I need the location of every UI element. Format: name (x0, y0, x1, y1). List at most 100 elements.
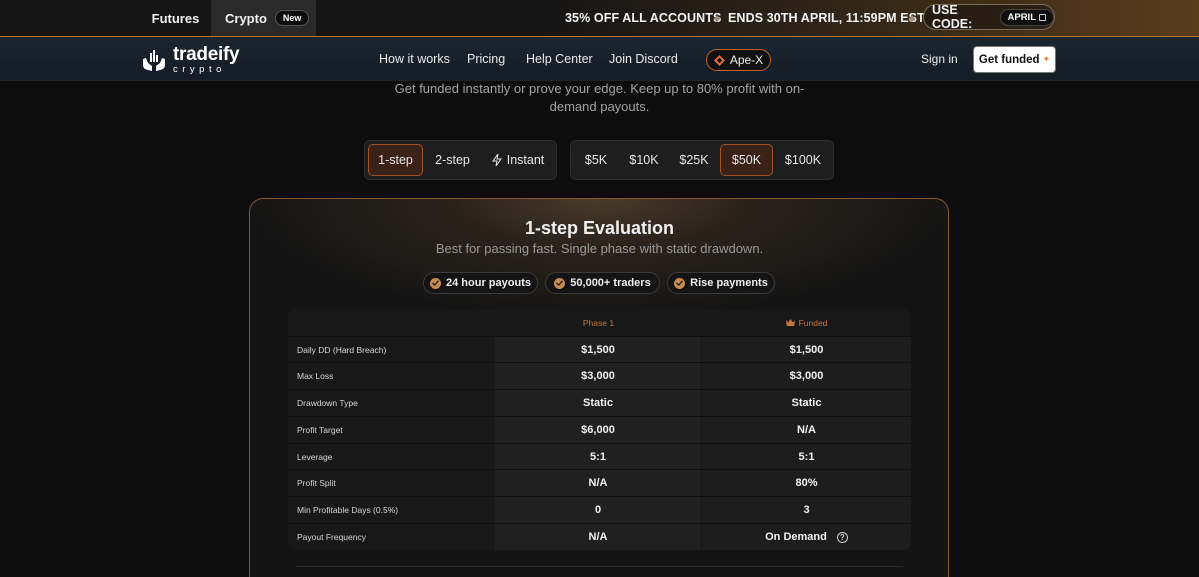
size-option-50k[interactable]: $50K (720, 144, 773, 176)
apex-button[interactable]: Ape-X (706, 49, 771, 71)
table-row: Profit Split N/A 80% (288, 469, 911, 496)
phase1-value: $6,000 (495, 417, 701, 443)
funded-value-text: On Demand (765, 531, 827, 543)
hands-logo-icon (143, 49, 165, 71)
hero-subtitle: Get funded instantly or prove your edge.… (394, 81, 805, 114)
account-size-selector: $5K $10K $25K $50K $100K (570, 140, 834, 180)
crown-icon (785, 319, 795, 326)
table-row: Daily DD (Hard Breach) $1,500 $1,500 (288, 336, 911, 363)
nav-pricing[interactable]: Pricing (467, 37, 505, 81)
divider (296, 566, 903, 567)
tab-futures[interactable]: Futures (140, 0, 211, 36)
tab-futures-label: Futures (151, 10, 200, 26)
feature-badge-label: 50,000+ traders (570, 277, 651, 289)
step-option-label: 2-step (435, 153, 470, 167)
apex-logo-icon (713, 54, 725, 66)
phase1-value: N/A (495, 470, 701, 496)
column-header-funded: Funded (702, 309, 911, 336)
phase1-value: Static (495, 390, 701, 416)
apex-label: Ape-X (729, 53, 764, 67)
step-option-label: Instant (506, 153, 545, 167)
table-row: Drawdown Type Static Static (288, 389, 911, 416)
funded-value: 3 (702, 497, 911, 523)
brand-logo[interactable]: tradeify crypto (141, 44, 240, 75)
table-row: Max Loss $3,000 $3,000 (288, 362, 911, 389)
tab-crypto[interactable]: Crypto New (211, 0, 316, 36)
promo-bar: Futures Crypto New 35% OFF ALL ACCOUNTS … (0, 0, 1199, 37)
table-row: Profit Target $6,000 N/A (288, 416, 911, 443)
feature-badge-traders: 50,000+ traders (545, 272, 660, 294)
brand-name: tradeify (173, 44, 240, 65)
row-label: Profit Split (297, 478, 336, 488)
feature-badge-rise: Rise payments (667, 272, 775, 294)
funded-value: On Demand ? (702, 524, 911, 550)
row-label: Leverage (297, 452, 333, 462)
table-row: Leverage 5:1 5:1 (288, 443, 911, 470)
column-header-label: Phase 1 (582, 317, 615, 328)
step-option-label: 1-step (378, 153, 413, 167)
get-funded-label: Get funded (978, 53, 1040, 66)
promo-deadline-text: ENDS 30TH APRIL, 11:59PM EST (728, 11, 925, 25)
promo-code-value[interactable]: APRIL (999, 8, 1054, 26)
nav-join-discord[interactable]: Join Discord (609, 37, 678, 81)
funded-value: 5:1 (702, 444, 911, 470)
row-label: Daily DD (Hard Breach) (297, 345, 387, 355)
size-option-label: $10K (629, 153, 659, 167)
check-icon (674, 277, 686, 289)
size-option-100k[interactable]: $100K (775, 144, 831, 176)
table-row: Payout Frequency N/A On Demand ? (288, 523, 911, 550)
step-option-instant[interactable]: Instant (483, 144, 553, 176)
size-option-10k[interactable]: $10K (621, 144, 667, 176)
diamond-icon: ◆ (908, 13, 916, 23)
column-header-label: Funded (798, 317, 828, 328)
step-selector: 1-step 2-step Instant (364, 140, 557, 180)
phase1-value: 5:1 (495, 444, 701, 470)
rules-table: Phase 1 Funded Daily DD (Hard Breach) $1… (288, 309, 911, 550)
card-subtitle: Best for passing fast. Single phase with… (435, 241, 764, 256)
feature-badge-label: Rise payments (690, 277, 768, 289)
funded-value: 80% (702, 470, 911, 496)
feature-badge-payouts: 24 hour payouts (423, 272, 538, 294)
phase1-value: N/A (495, 524, 701, 550)
sign-in-link[interactable]: Sign in (921, 37, 958, 81)
promo-code-label: USE CODE: (932, 3, 973, 31)
size-option-label: $25K (679, 153, 709, 167)
funded-value: $1,500 (702, 337, 911, 363)
size-option-25k[interactable]: $25K (671, 144, 717, 176)
column-header-phase1: Phase 1 (495, 309, 702, 336)
row-label: Payout Frequency (297, 532, 366, 542)
promo-code-text: APRIL (1007, 11, 1037, 23)
card-title: 1-step Evaluation (524, 218, 675, 238)
nav-how-it-works[interactable]: How it works (379, 37, 450, 81)
check-icon (430, 277, 442, 289)
main-nav: tradeify crypto How it works Pricing Hel… (0, 37, 1199, 81)
copy-icon (1039, 13, 1046, 21)
promo-discount-text: 35% OFF ALL ACCOUNTS (565, 11, 722, 25)
brand-sub: crypto (173, 64, 226, 75)
phase1-value: $1,500 (495, 337, 701, 363)
check-icon (554, 277, 566, 289)
funded-value: Static (702, 390, 911, 416)
row-label: Min Profitable Days (0.5%) (297, 505, 399, 515)
new-badge: New (274, 10, 310, 26)
help-icon[interactable]: ? (836, 531, 848, 543)
nav-help-center[interactable]: Help Center (526, 37, 593, 81)
step-option-2-step[interactable]: 2-step (425, 144, 480, 176)
row-label: Max Loss (297, 371, 334, 381)
step-option-1-step[interactable]: 1-step (368, 144, 423, 176)
size-option-5k[interactable]: $5K (575, 144, 617, 176)
funded-value: N/A (702, 417, 911, 443)
feature-badge-label: 24 hour payouts (446, 277, 531, 289)
promo-code-pill[interactable]: USE CODE: APRIL (923, 3, 1055, 31)
get-funded-button[interactable]: Get funded ✦ (974, 47, 1055, 72)
table-header: Phase 1 Funded (288, 309, 911, 336)
spark-icon: ✦ (1042, 54, 1051, 64)
funded-value: $3,000 (702, 363, 911, 389)
size-option-label: $50K (731, 153, 762, 167)
diamond-icon: ◆ (713, 13, 721, 23)
phase1-value: 0 (495, 497, 701, 523)
lightning-icon (491, 154, 502, 166)
brand-wordmark: tradeify crypto (173, 44, 240, 75)
row-label: Drawdown Type (297, 398, 358, 408)
tab-crypto-label: Crypto (225, 10, 267, 26)
